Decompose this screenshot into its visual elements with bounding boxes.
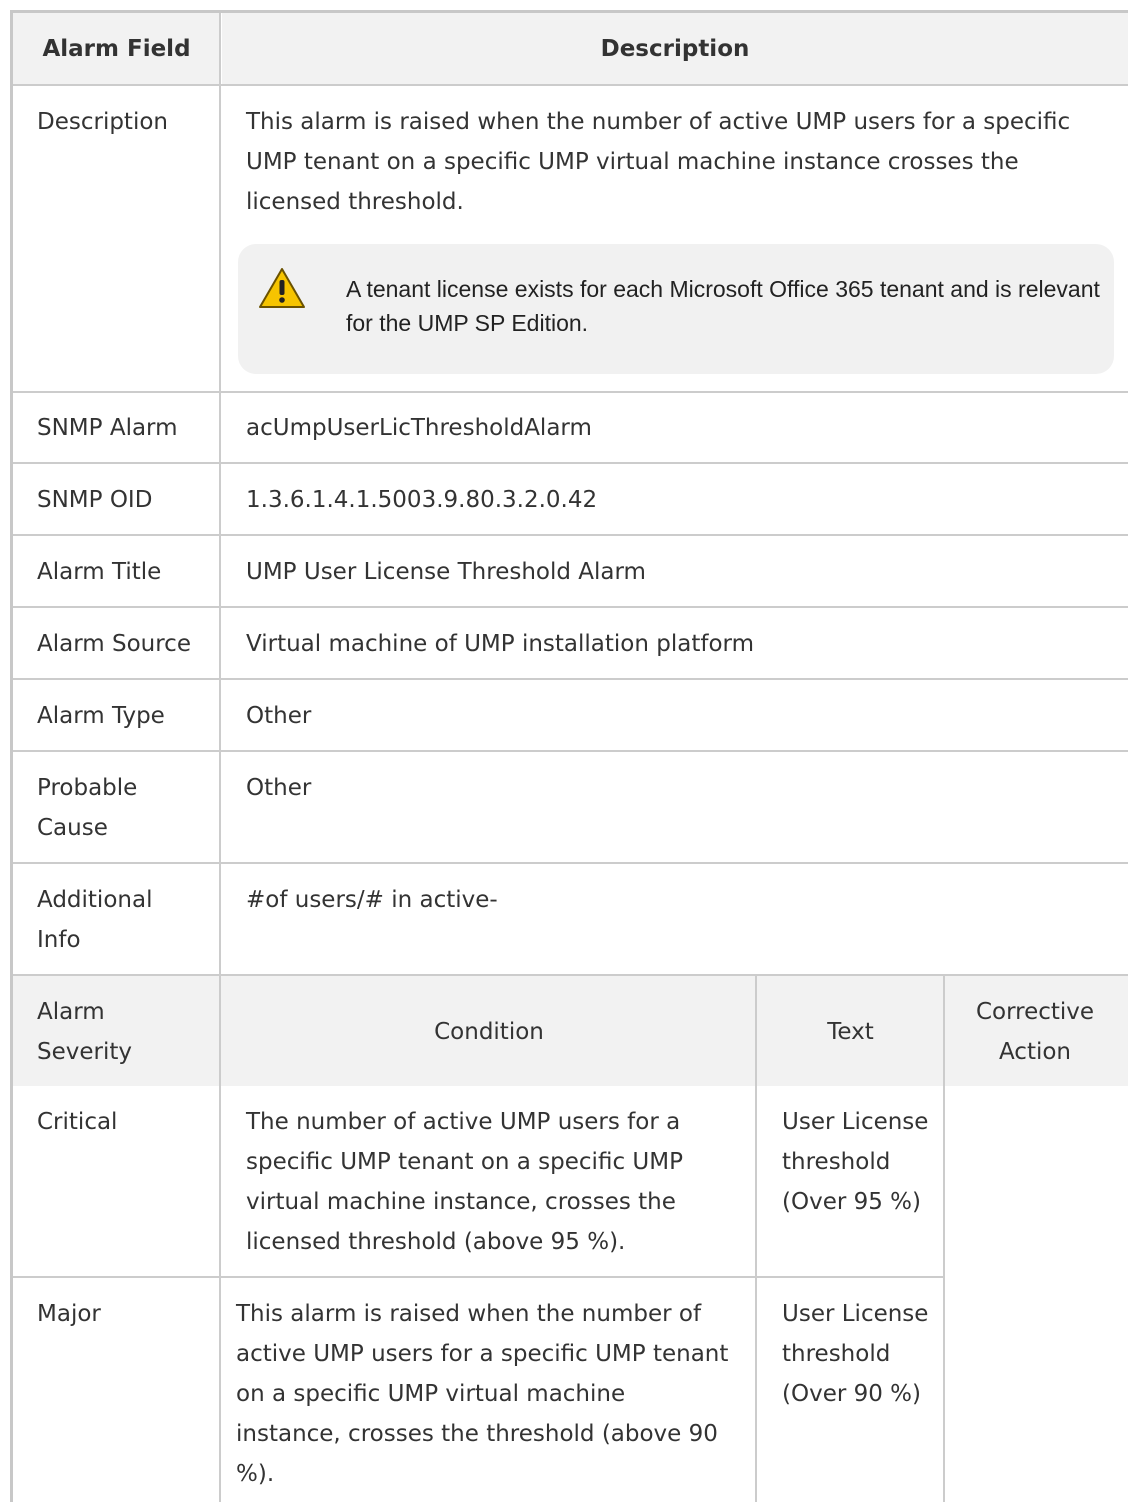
severity-condition: This alarm is raised when the number of … (236, 1301, 729, 1487)
row-value: Virtual machine of UMP installation plat… (246, 631, 754, 657)
header-condition: Condition (434, 1019, 544, 1045)
divider (13, 974, 1128, 976)
severity-text: User License threshold (Over 95 %) (782, 1109, 929, 1215)
severity-label: Critical (37, 1109, 118, 1135)
divider (755, 974, 757, 1502)
row-value: Other (246, 703, 312, 729)
severity-label: Major (37, 1301, 101, 1327)
note-text: A tenant license exists for each Microso… (346, 276, 1100, 336)
divider (219, 13, 221, 1502)
divider (13, 391, 1128, 393)
row-label: Alarm Type (37, 703, 165, 729)
header-alarm-severity: Alarm Severity (37, 999, 132, 1065)
divider (13, 606, 1128, 608)
divider (13, 1276, 945, 1278)
row-value: 1.3.6.1.4.1.5003.9.80.3.2.0.42 (246, 487, 598, 513)
row-value: acUmpUserLicThresholdAlarm (246, 415, 592, 441)
header-text: Text (827, 1019, 874, 1045)
description-label: Description (37, 109, 168, 135)
header-description: Description (222, 13, 1128, 85)
row-label: Alarm Title (37, 559, 162, 585)
table-frame (10, 10, 1128, 1502)
divider (13, 862, 1128, 864)
divider (13, 678, 1128, 680)
row-label: SNMP Alarm (37, 415, 178, 441)
divider (13, 462, 1128, 464)
alarm-table: Alarm Field Description Description This… (10, 10, 1128, 1502)
divider (13, 750, 1128, 752)
row-value: #of users/# in active- (246, 887, 498, 913)
warning-icon (259, 268, 305, 308)
header-corrective-action: Corrective Action (975, 999, 1095, 1065)
header-alarm-field: Alarm Field (13, 13, 220, 85)
note-box: A tenant license exists for each Microso… (238, 244, 1114, 374)
row-label: SNMP OID (37, 487, 153, 513)
row-value: Other (246, 775, 312, 801)
row-label: Alarm Source (37, 631, 191, 657)
divider (13, 84, 1128, 86)
severity-text: User License threshold (Over 90 %) (782, 1301, 929, 1407)
row-value: UMP User License Threshold Alarm (246, 559, 646, 585)
divider (13, 534, 1128, 536)
description-text: This alarm is raised when the number of … (246, 109, 1071, 215)
severity-condition: The number of active UMP users for a spe… (246, 1109, 683, 1255)
row-label: Additional Info (37, 887, 153, 953)
row-label: Probable Cause (37, 775, 138, 841)
divider (943, 974, 945, 1502)
